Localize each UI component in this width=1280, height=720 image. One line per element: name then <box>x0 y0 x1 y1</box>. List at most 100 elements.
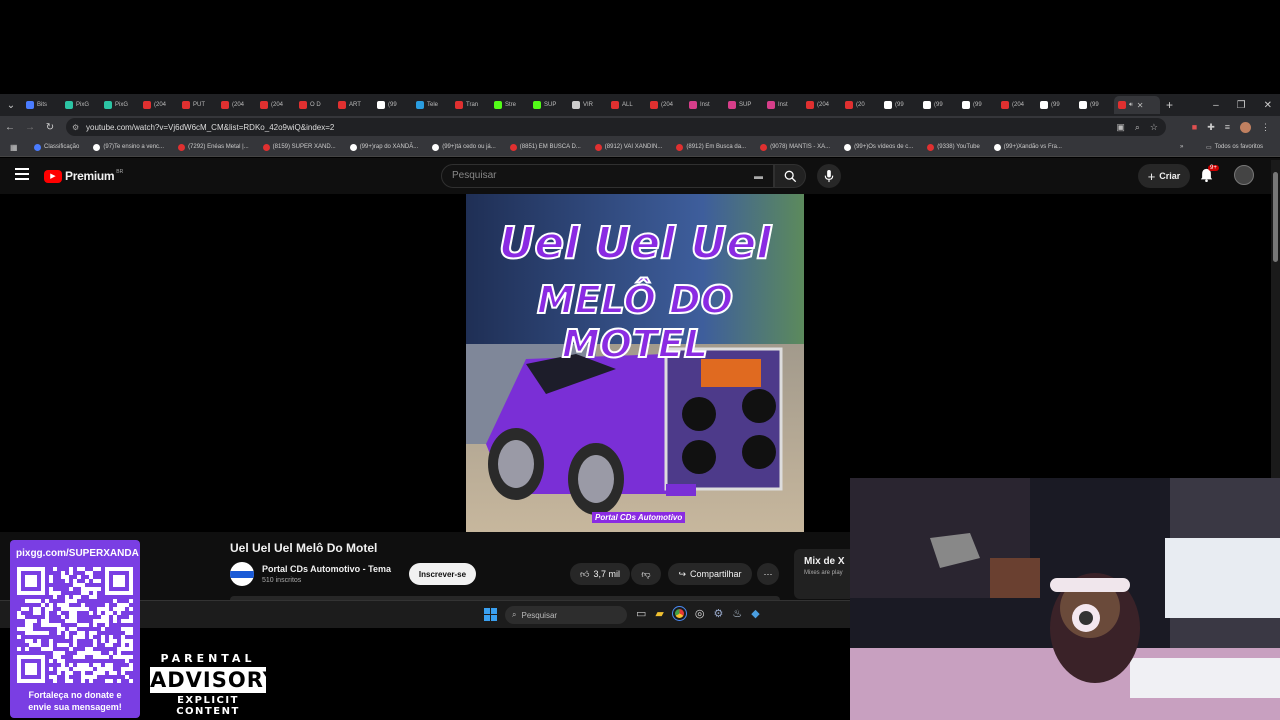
bookmark-item[interactable]: Classificação <box>34 143 79 151</box>
tab-search-button[interactable]: ⌄ <box>0 100 22 111</box>
channel-name[interactable]: Portal CDs Automotivo - Tema <box>262 564 391 574</box>
browser-tab[interactable]: PixG <box>61 96 100 114</box>
tab-audio-icon[interactable]: 🔊︎ <box>1129 102 1133 109</box>
bookmark-item[interactable]: (8912) VAI XANDIN... <box>594 143 662 151</box>
new-tab-button[interactable]: + <box>1166 98 1173 112</box>
bookmark-item[interactable]: (99+)rap do XANDÃ... <box>349 143 418 151</box>
browser-tab[interactable]: ART <box>334 96 373 114</box>
forward-button[interactable]: → <box>20 122 40 133</box>
bookmark-item[interactable]: (8851) EM BUSCA D... <box>509 143 581 151</box>
channel-avatar[interactable] <box>230 562 254 586</box>
dislike-button[interactable]: 👎︎ <box>631 563 661 585</box>
tab-label: O D <box>310 102 321 108</box>
app-icon-blue[interactable]: ◆ <box>751 607 759 620</box>
install-app-icon[interactable]: ▣ <box>1116 122 1125 133</box>
browser-tab[interactable]: (99 <box>958 96 997 114</box>
start-button[interactable] <box>484 608 497 621</box>
site-info-icon[interactable]: ⚙ <box>72 123 79 132</box>
chrome-icon[interactable] <box>671 606 687 621</box>
search-button[interactable] <box>774 164 806 188</box>
bookmark-item[interactable]: (9078) MANTIS - XA... <box>760 143 830 151</box>
maximize-window-button[interactable]: ❐ <box>1237 100 1246 111</box>
browser-tab[interactable]: (99 <box>1075 96 1114 114</box>
address-bar[interactable]: ⚙ youtube.com/watch?v=Vj6dW6cM_CM&list=R… <box>66 118 1166 136</box>
bookmark-item[interactable]: (99+)Xandão vs Fra... <box>993 143 1062 151</box>
bookmark-item[interactable]: (7292) Enéas Metal |... <box>178 143 249 151</box>
bookmark-item[interactable]: (8159) SUPER XAND... <box>262 143 336 151</box>
keyboard-icon[interactable]: ▬ <box>754 165 763 187</box>
apps-grid-icon[interactable]: ▦ <box>10 143 18 152</box>
app-icon-circle[interactable]: ◎ <box>695 607 705 620</box>
like-button[interactable]: 👍︎ 3,7 mil <box>570 563 630 585</box>
browser-tab[interactable]: (20 <box>841 96 880 114</box>
browser-menu-icon[interactable]: ⋮ <box>1261 122 1270 133</box>
browser-tab[interactable]: Inst <box>763 96 802 114</box>
browser-tab[interactable]: Tran <box>451 96 490 114</box>
browser-tab[interactable]: (204 <box>997 96 1036 114</box>
browser-tab[interactable]: SUP <box>724 96 763 114</box>
browser-tab[interactable]: (204 <box>139 96 178 114</box>
tab-close-icon[interactable]: ✕ <box>1137 101 1144 110</box>
close-window-button[interactable]: ✕ <box>1264 100 1272 111</box>
tab-label: (204 <box>1012 102 1025 108</box>
browser-tab[interactable]: (99 <box>373 96 412 114</box>
thumbnail-title-line2: MELÔ DO MOTEL <box>536 277 734 367</box>
media-control-icon[interactable]: ≡ <box>1225 122 1230 133</box>
back-button[interactable]: ← <box>0 122 20 133</box>
browser-tab[interactable]: (99 <box>880 96 919 114</box>
browser-tab[interactable]: SUP <box>529 96 568 114</box>
tab-favicon-icon <box>221 101 229 109</box>
steam-icon[interactable]: ♨ <box>732 607 742 620</box>
browser-tab[interactable]: (204 <box>802 96 841 114</box>
reload-button[interactable]: ↻ <box>40 122 60 133</box>
browser-tab[interactable]: (99 <box>919 96 958 114</box>
browser-tab[interactable]: PUT <box>178 96 217 114</box>
more-bookmarks-icon[interactable]: » <box>1180 144 1183 150</box>
hamburger-menu-icon[interactable] <box>15 168 29 180</box>
zoom-icon[interactable]: ⌕ <box>1135 122 1140 133</box>
voice-search-button[interactable] <box>817 164 841 188</box>
browser-tab[interactable]: (204 <box>256 96 295 114</box>
bookmark-item[interactable]: (97)Te ensino a venc... <box>93 143 164 151</box>
bookmark-item[interactable]: (9338) YouTube <box>927 143 980 151</box>
bookmark-item[interactable]: (99+)Os vídeos de c... <box>844 143 913 151</box>
browser-tab[interactable]: (204 <box>646 96 685 114</box>
search-input[interactable]: Pesquisar ▬ <box>441 164 774 188</box>
browser-tab[interactable]: Inst <box>685 96 724 114</box>
notifications-button[interactable]: 9+ <box>1200 165 1219 187</box>
bookmark-favicon-icon <box>34 143 41 151</box>
account-avatar[interactable] <box>1234 165 1254 185</box>
file-explorer-icon[interactable]: ▰ <box>655 607 663 620</box>
bookmark-item[interactable]: (99+)tá cedo ou já... <box>432 143 496 151</box>
browser-tab[interactable]: ALL <box>607 96 646 114</box>
mix-playlist-card[interactable]: Mix de X Mixes are play <box>794 549 850 599</box>
extension-icon[interactable]: ■ <box>1192 122 1197 133</box>
more-actions-button[interactable]: ⋯ <box>757 563 779 585</box>
browser-tab[interactable]: Stre <box>490 96 529 114</box>
share-icon: ↪ <box>678 568 686 579</box>
subscribe-button[interactable]: Inscrever-se <box>409 563 476 585</box>
minimize-window-button[interactable]: – <box>1213 100 1219 111</box>
browser-tab[interactable]: VIR <box>568 96 607 114</box>
scrollbar-thumb[interactable] <box>1273 172 1278 262</box>
browser-tab[interactable]: O D <box>295 96 334 114</box>
all-favorites-folder[interactable]: ▭ Todos os favoritos <box>1206 144 1263 151</box>
share-button[interactable]: ↪ Compartilhar <box>668 563 752 585</box>
browser-tab[interactable]: (204 <box>217 96 256 114</box>
browser-toolbar: ← → ↻ ⚙ youtube.com/watch?v=Vj6dW6cM_CM&… <box>0 116 1280 138</box>
profile-avatar[interactable] <box>1240 121 1251 133</box>
taskbar-search[interactable]: ⌕ Pesquisar <box>505 606 627 624</box>
extensions-puzzle-icon[interactable]: ✚ <box>1207 122 1215 133</box>
task-view-icon[interactable]: ▭ <box>636 607 646 620</box>
youtube-logo[interactable]: ▶ Premium BR <box>44 169 123 183</box>
browser-tab[interactable]: (99 <box>1036 96 1075 114</box>
bookmark-item[interactable]: (8912) Em Busca da... <box>676 143 746 151</box>
create-button[interactable]: + Criar <box>1138 164 1190 188</box>
browser-tab-active[interactable]: 🔊︎ ✕ <box>1114 96 1160 114</box>
browser-tab[interactable]: Tele <box>412 96 451 114</box>
bookmark-star-icon[interactable]: ☆ <box>1150 122 1158 133</box>
browser-tab[interactable]: Bits <box>22 96 61 114</box>
browser-tab[interactable]: PixG <box>100 96 139 114</box>
bookmark-favicon-icon <box>93 143 101 151</box>
settings-gear-icon[interactable]: ⚙ <box>713 607 723 620</box>
